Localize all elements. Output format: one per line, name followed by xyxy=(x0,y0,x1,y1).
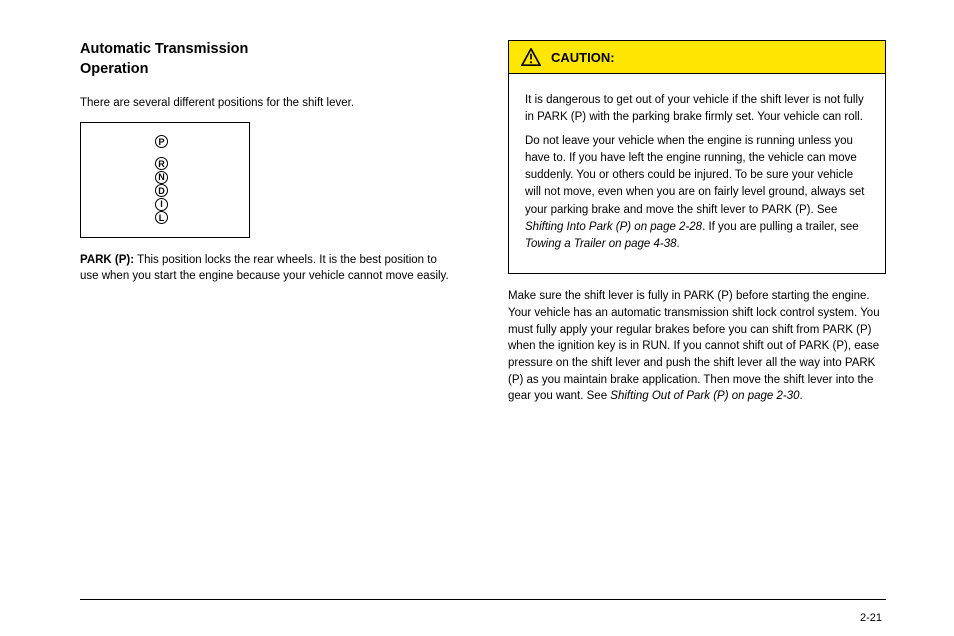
park-body: This position locks the rear wheels. It … xyxy=(80,254,449,283)
caution-p2-end: . xyxy=(677,238,680,250)
gear-letter-r: R xyxy=(155,157,168,170)
gear-row-r: R xyxy=(95,157,235,170)
caution-p2-after: . If you are pulling a trailer, see xyxy=(702,221,859,233)
below-end: . xyxy=(800,390,803,402)
gear-letter-n: N xyxy=(155,171,168,184)
caution-label: CAUTION: xyxy=(551,50,615,65)
gear-letter-p: P xyxy=(155,135,168,148)
caution-p2: Do not leave your vehicle when the engin… xyxy=(525,133,869,254)
warning-icon xyxy=(521,48,541,66)
park-description: PARK (P): This position locks the rear w… xyxy=(80,252,458,285)
heading-line-1: Automatic Transmission xyxy=(80,41,248,57)
gear-letter-i: I xyxy=(155,198,168,211)
gear-letter-d: D xyxy=(155,184,168,197)
gear-letter-l: L xyxy=(155,211,168,224)
gear-diagram: P R N D I L xyxy=(80,122,250,238)
heading-line-2: Operation xyxy=(80,61,148,77)
intro-text: There are several different positions fo… xyxy=(80,95,458,112)
park-label: PARK (P): xyxy=(80,254,134,266)
below-text: Make sure the shift lever is fully in PA… xyxy=(508,290,880,402)
gear-row-d: D xyxy=(95,184,235,197)
below-caution-text: Make sure the shift lever is fully in PA… xyxy=(508,288,886,405)
caution-p1: It is dangerous to get out of your vehic… xyxy=(525,92,869,127)
gear-row-p: P xyxy=(95,135,235,148)
gear-row-n: N xyxy=(95,171,235,184)
caution-body: It is dangerous to get out of your vehic… xyxy=(509,74,885,273)
manual-page: Automatic Transmission Operation There a… xyxy=(0,0,954,636)
caution-p2-text: Do not leave your vehicle when the engin… xyxy=(525,135,864,216)
caution-box: CAUTION: It is dangerous to get out of y… xyxy=(508,40,886,274)
below-link: Shifting Out of Park (P) on page 2-30 xyxy=(610,390,799,402)
caution-p2-link1: Shifting Into Park (P) on page 2-28 xyxy=(525,221,702,233)
section-heading: Automatic Transmission Operation xyxy=(80,40,458,79)
caution-p2-link2: Towing a Trailer on page 4-38 xyxy=(525,238,677,250)
left-column: Automatic Transmission Operation There a… xyxy=(80,40,458,560)
caution-header: CAUTION: xyxy=(509,41,885,74)
gear-row-i: I xyxy=(95,198,235,211)
gear-row-l: L xyxy=(95,211,235,224)
page-number: 2-21 xyxy=(860,612,882,624)
two-column-layout: Automatic Transmission Operation There a… xyxy=(80,40,886,560)
right-column: CAUTION: It is dangerous to get out of y… xyxy=(508,40,886,560)
footer-rule xyxy=(80,599,886,600)
